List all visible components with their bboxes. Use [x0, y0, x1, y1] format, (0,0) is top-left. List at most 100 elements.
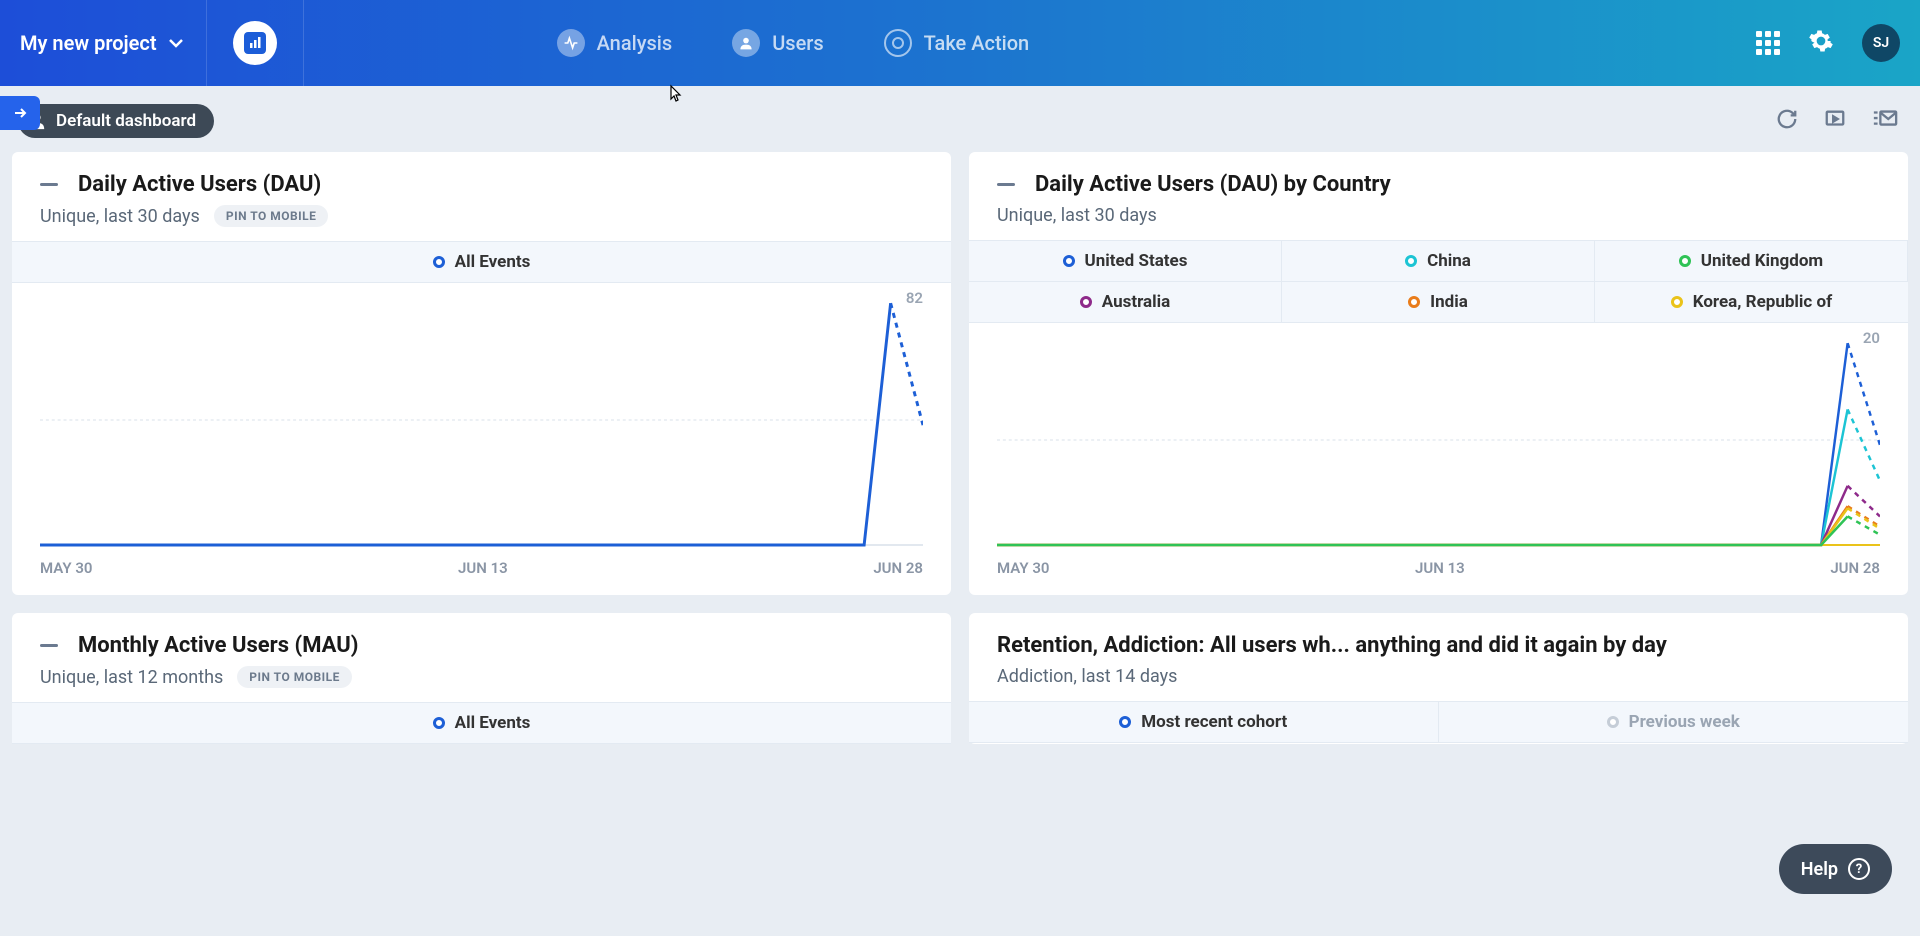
nav-label: Analysis	[597, 31, 673, 55]
legend-dot-icon	[1405, 255, 1417, 267]
card-dau: Daily Active Users (DAU) Unique, last 30…	[12, 152, 951, 595]
pulse-icon	[557, 29, 585, 57]
line-chart-type-icon	[997, 183, 1015, 186]
legend-dot-icon	[1119, 716, 1131, 728]
chevron-down-icon	[169, 38, 183, 48]
header-actions: SJ	[1756, 24, 1900, 62]
nav-analysis[interactable]: Analysis	[557, 29, 673, 57]
main-nav: Analysis Users Take Action	[557, 29, 1030, 57]
legend-item[interactable]: Korea, Republic of	[1595, 281, 1908, 322]
legend-label: Previous week	[1629, 712, 1740, 732]
legend-item[interactable]: United States	[969, 241, 1282, 281]
card-title: Retention, Addiction: All users wh... an…	[997, 633, 1667, 658]
dashboard-cards: Daily Active Users (DAU) Unique, last 30…	[0, 152, 1920, 762]
x-tick: JUN 28	[1830, 559, 1880, 577]
question-icon: ?	[1848, 858, 1870, 880]
legend-dot-icon	[433, 717, 445, 729]
chart-legend: All Events	[12, 241, 951, 283]
chart-x-axis: MAY 30 JUN 13 JUN 28	[969, 555, 1908, 595]
chart-plot[interactable]: 82	[12, 283, 951, 555]
legend-dot-icon	[1607, 716, 1619, 728]
help-button[interactable]: Help ?	[1779, 844, 1892, 894]
logo-tab[interactable]	[233, 21, 277, 65]
card-title: Monthly Active Users (MAU)	[78, 633, 358, 658]
legend-label: India	[1430, 292, 1468, 312]
legend-dot-icon	[433, 256, 445, 268]
card-title: Daily Active Users (DAU) by Country	[1035, 172, 1391, 197]
x-tick: JUN 13	[458, 559, 508, 577]
chart-x-axis: MAY 30 JUN 13 JUN 28	[12, 555, 951, 595]
line-chart-type-icon	[40, 183, 58, 186]
avatar-initials: SJ	[1873, 35, 1889, 51]
x-tick: JUN 28	[873, 559, 923, 577]
dashboard-name: Default dashboard	[56, 111, 196, 131]
legend-label: All Events	[455, 252, 531, 272]
legend-dot-icon	[1063, 255, 1075, 267]
gear-icon[interactable]	[1808, 28, 1834, 58]
x-tick: MAY 30	[997, 559, 1049, 577]
legend-dot-icon	[1679, 255, 1691, 267]
legend-item[interactable]: United Kingdom	[1595, 241, 1908, 281]
legend-label: United States	[1085, 251, 1188, 271]
expand-sidebar-button[interactable]	[0, 96, 40, 130]
avatar[interactable]: SJ	[1862, 24, 1900, 62]
legend-label: Most recent cohort	[1141, 712, 1287, 732]
pin-to-mobile-button[interactable]: PIN TO MOBILE	[237, 666, 352, 688]
nav-take-action[interactable]: Take Action	[884, 29, 1030, 57]
card-header: Daily Active Users (DAU) Unique, last 30…	[12, 152, 951, 241]
card-mau: Monthly Active Users (MAU) Unique, last …	[12, 613, 951, 744]
dashboard-toolbar: Default dashboard	[0, 86, 1920, 152]
legend-label: China	[1427, 251, 1471, 271]
legend-item[interactable]: India	[1282, 281, 1595, 322]
app-header: My new project Analysis Users Take Actio…	[0, 0, 1920, 86]
card-header: Daily Active Users (DAU) by Country Uniq…	[969, 152, 1908, 240]
nav-label: Take Action	[924, 31, 1030, 55]
arrow-right-icon	[13, 106, 27, 120]
legend-item[interactable]: Previous week	[1439, 702, 1909, 742]
nav-users[interactable]: Users	[732, 29, 823, 57]
legend-item[interactable]: All Events	[12, 703, 951, 743]
legend-label: All Events	[455, 713, 531, 733]
toolbar-actions	[1776, 108, 1898, 134]
y-max-label: 20	[1863, 329, 1880, 347]
legend-dot-icon	[1671, 296, 1683, 308]
chart-legend: All Events	[12, 702, 951, 744]
presentation-icon[interactable]	[1824, 108, 1846, 134]
legend-item[interactable]: Most recent cohort	[969, 702, 1439, 742]
refresh-icon[interactable]	[1776, 108, 1798, 134]
card-header: Monthly Active Users (MAU) Unique, last …	[12, 613, 951, 702]
project-selector[interactable]: My new project	[20, 31, 183, 55]
chart-plot[interactable]: 20	[969, 323, 1908, 555]
nav-label: Users	[772, 31, 823, 55]
card-header: Retention, Addiction: All users wh... an…	[969, 613, 1908, 701]
card-subtitle: Unique, last 30 days	[997, 205, 1157, 226]
legend-label: Australia	[1102, 292, 1170, 312]
legend-dot-icon	[1408, 296, 1420, 308]
user-icon	[732, 29, 760, 57]
line-chart-type-icon	[40, 644, 58, 647]
bar-chart-icon	[244, 32, 266, 54]
help-label: Help	[1801, 859, 1838, 880]
y-max-label: 82	[906, 289, 923, 307]
x-tick: JUN 13	[1415, 559, 1465, 577]
legend-item[interactable]: China	[1282, 241, 1595, 281]
email-icon[interactable]	[1872, 108, 1898, 134]
x-tick: MAY 30	[40, 559, 92, 577]
legend-item[interactable]: All Events	[12, 242, 951, 282]
card-subtitle: Addiction, last 14 days	[997, 666, 1177, 687]
project-name: My new project	[20, 31, 157, 55]
target-icon	[884, 29, 912, 57]
apps-icon[interactable]	[1756, 31, 1780, 55]
card-retention: Retention, Addiction: All users wh... an…	[969, 613, 1908, 744]
chart-legend: United States China United Kingdom Austr…	[969, 240, 1908, 323]
legend-label: United Kingdom	[1701, 251, 1823, 271]
dashboard-selector[interactable]: Default dashboard	[18, 104, 214, 138]
legend-label: Korea, Republic of	[1693, 292, 1832, 312]
legend-dot-icon	[1080, 296, 1092, 308]
card-subtitle: Unique, last 30 days	[40, 206, 200, 227]
pin-to-mobile-button[interactable]: PIN TO MOBILE	[214, 205, 329, 227]
card-title: Daily Active Users (DAU)	[78, 172, 321, 197]
card-subtitle: Unique, last 12 months	[40, 667, 223, 688]
legend-item[interactable]: Australia	[969, 281, 1282, 322]
card-dau-country: Daily Active Users (DAU) by Country Uniq…	[969, 152, 1908, 595]
